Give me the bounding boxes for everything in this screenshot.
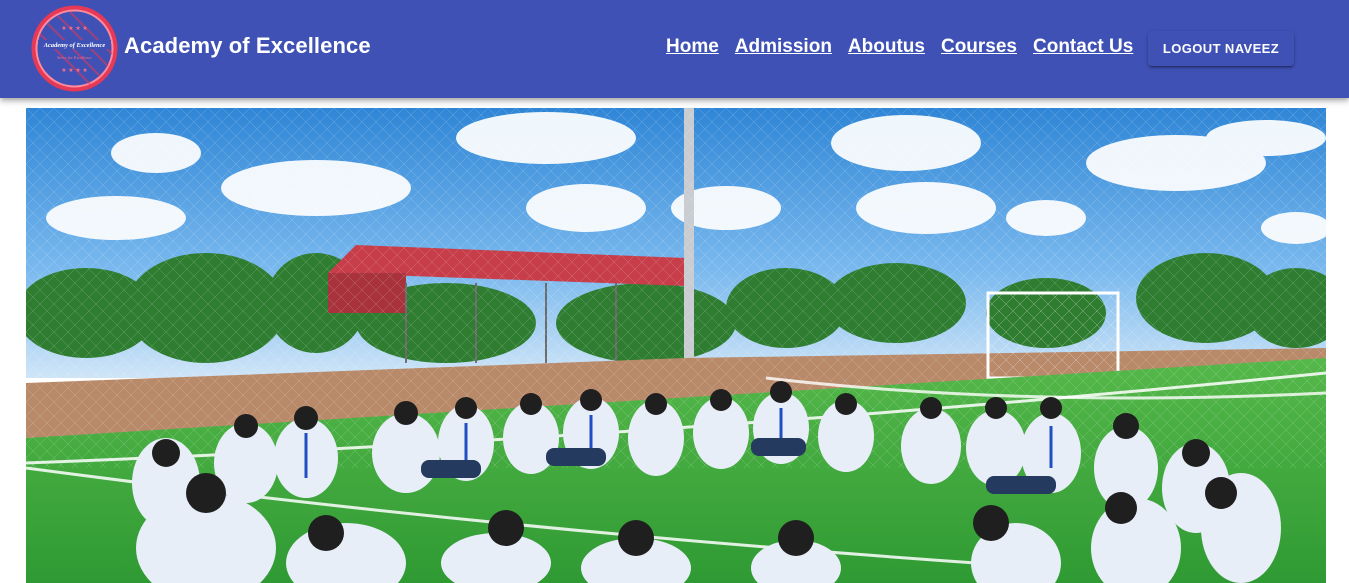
logo-text-top: Academy of Excellence: [43, 42, 106, 49]
hero-image: [26, 108, 1326, 583]
academy-logo[interactable]: ★ ★ ★ ★ Academy of Excellence Strive for…: [30, 4, 119, 93]
logo-stars-top: ★ ★ ★ ★: [61, 25, 88, 32]
logo-emblem-icon: ★ ★ ★ ★ Academy of Excellence Strive for…: [31, 5, 118, 92]
logo-text-bottom: Strive for Excellence: [57, 55, 92, 60]
logout-button[interactable]: LOGOUT NAVEEZ: [1148, 31, 1294, 66]
app-bar: ★ ★ ★ ★ Academy of Excellence Strive for…: [0, 0, 1349, 98]
brand-title[interactable]: Academy of Excellence: [124, 33, 371, 59]
nav-link-aboutus[interactable]: Aboutus: [848, 36, 925, 58]
nav-link-courses[interactable]: Courses: [941, 36, 1017, 58]
students-field-photo: [26, 108, 1326, 583]
nav-link-admission[interactable]: Admission: [735, 36, 832, 58]
nav-link-contact-us[interactable]: Contact Us: [1033, 36, 1133, 58]
logo-stars-bottom: ★ ★ ★ ★: [61, 67, 88, 74]
nav-link-home[interactable]: Home: [666, 36, 719, 58]
main-nav: Home Admission Aboutus Courses Contact U…: [666, 36, 1149, 58]
